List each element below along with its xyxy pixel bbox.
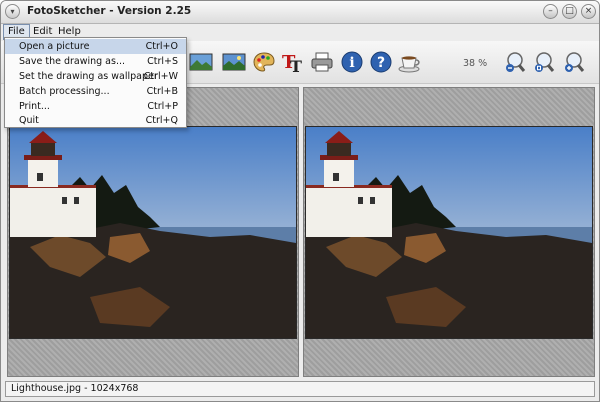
drawing-preview-pane[interactable] bbox=[303, 87, 595, 377]
menu-item-label: Save the drawing as... bbox=[19, 56, 126, 67]
zoom-in-icon[interactable] bbox=[562, 50, 586, 74]
menu-item-label: Print... bbox=[19, 101, 50, 112]
minimize-icon: – bbox=[548, 6, 553, 16]
menu-item-label: Open a picture bbox=[19, 41, 90, 52]
menu-item-shortcut: Ctrl+B bbox=[146, 86, 178, 97]
menu-item-shortcut: Ctrl+W bbox=[143, 71, 178, 82]
svg-text:i: i bbox=[349, 55, 354, 71]
coffee-cup-icon[interactable] bbox=[398, 50, 422, 74]
menu-item-shortcut: Ctrl+P bbox=[147, 101, 178, 112]
maximize-button[interactable]: □ bbox=[562, 4, 577, 19]
status-bar: Lighthouse.jpg - 1024x768 bbox=[5, 381, 595, 397]
window-menu-button[interactable]: ▾ bbox=[5, 4, 20, 19]
menu-item-print[interactable]: Print... Ctrl+P bbox=[5, 99, 186, 114]
app-window: ▾ FotoSketcher - Version 2.25 – □ × File… bbox=[0, 0, 600, 402]
menu-item-batch-processing[interactable]: Batch processing... Ctrl+B bbox=[5, 84, 186, 99]
zoom-level: 38 % bbox=[463, 58, 488, 69]
svg-text:T: T bbox=[290, 57, 302, 74]
landscape-icon[interactable] bbox=[222, 50, 246, 74]
menu-item-label: Batch processing... bbox=[19, 86, 110, 97]
menu-item-shortcut: Ctrl+S bbox=[147, 56, 178, 67]
printer-icon[interactable] bbox=[310, 50, 334, 74]
svg-text:?: ? bbox=[377, 55, 385, 71]
close-icon: × bbox=[584, 6, 593, 16]
menu-item-label: Set the drawing as wallpaper bbox=[19, 71, 158, 82]
original-picture bbox=[9, 126, 297, 339]
chevron-down-icon: ▾ bbox=[10, 7, 15, 16]
minimize-button[interactable]: – bbox=[543, 4, 558, 19]
help-icon[interactable]: ? bbox=[369, 50, 393, 74]
menu-item-set-wallpaper[interactable]: Set the drawing as wallpaper Ctrl+W bbox=[5, 69, 186, 84]
menu-item-label: Quit bbox=[19, 115, 39, 126]
menu-item-save-drawing[interactable]: Save the drawing as... Ctrl+S bbox=[5, 54, 186, 69]
window-title: FotoSketcher - Version 2.25 bbox=[27, 5, 192, 17]
menu-item-quit[interactable]: Quit Ctrl+Q bbox=[5, 113, 186, 128]
zoom-out-icon[interactable] bbox=[503, 50, 527, 74]
drawing-preview bbox=[305, 126, 593, 339]
landscape-icon[interactable] bbox=[189, 50, 213, 74]
file-menu-dropdown: Open a picture Ctrl+O Save the drawing a… bbox=[4, 37, 187, 128]
info-icon[interactable]: i bbox=[340, 50, 364, 74]
text-tool-icon[interactable]: T T bbox=[281, 50, 305, 76]
menu-item-open-picture[interactable]: Open a picture Ctrl+O bbox=[5, 39, 186, 54]
menu-item-shortcut: Ctrl+O bbox=[145, 41, 178, 52]
close-button[interactable]: × bbox=[581, 4, 596, 19]
menu-item-shortcut: Ctrl+Q bbox=[145, 115, 178, 126]
zoom-reset-icon[interactable] bbox=[532, 50, 556, 74]
title-bar: ▾ FotoSketcher - Version 2.25 – □ × bbox=[1, 1, 599, 24]
original-picture-pane[interactable] bbox=[7, 87, 299, 377]
maximize-icon: □ bbox=[565, 6, 574, 16]
palette-icon[interactable] bbox=[252, 50, 276, 74]
